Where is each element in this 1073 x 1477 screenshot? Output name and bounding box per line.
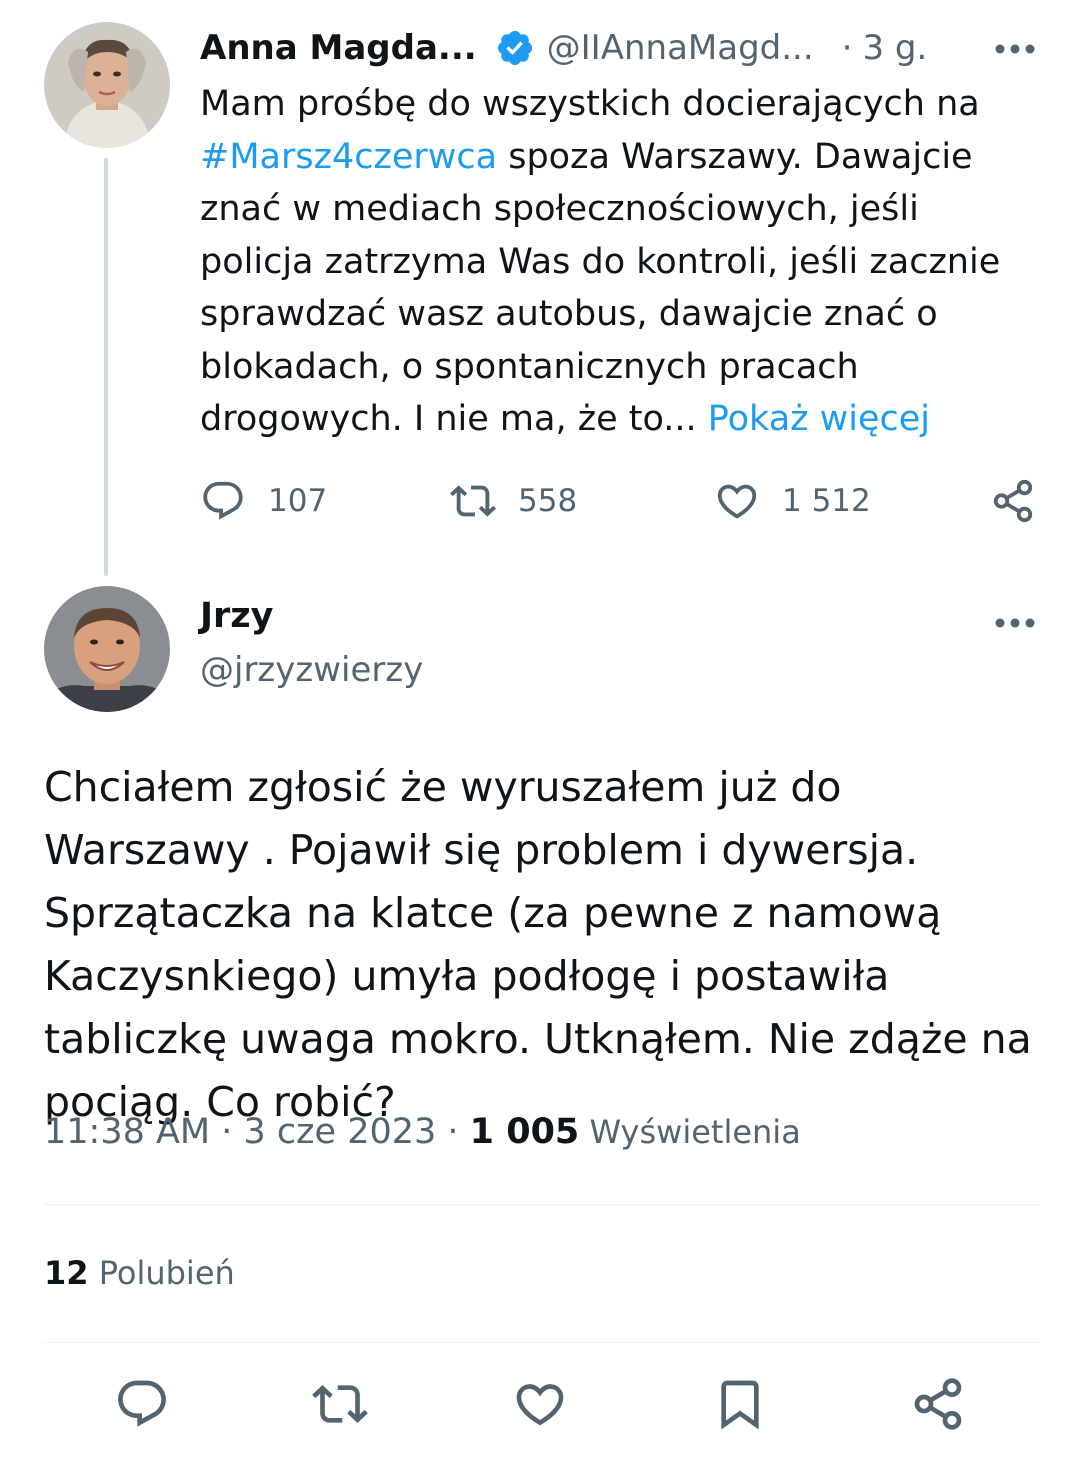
tweet-text-intro: Mam prośbę do wszystkich docierających n… [200, 84, 980, 124]
like-count: 1 512 [782, 483, 871, 519]
divider [44, 1204, 1040, 1205]
views-label: Wyświetlenia [579, 1113, 801, 1151]
reply-button[interactable] [114, 1376, 170, 1432]
tweet-time[interactable]: 11:38 AM [44, 1112, 210, 1152]
parent-tweet-actions: 107 558 1 512 [200, 472, 1040, 532]
reply-button[interactable]: 107 [200, 478, 327, 524]
reply-icon [118, 1380, 166, 1427]
avatar[interactable] [44, 22, 170, 148]
divider [44, 1342, 1040, 1343]
separator-dot: · [841, 28, 853, 68]
hashtag-link[interactable]: #Marsz4czerwca [200, 137, 497, 177]
separator-dot: · [436, 1112, 470, 1152]
verified-badge-icon [495, 28, 535, 68]
share-button[interactable] [910, 1376, 966, 1432]
likes-label: Polubień [88, 1254, 235, 1292]
bookmark-icon [721, 1380, 759, 1430]
likes-count: 12 [44, 1254, 89, 1292]
retweet-icon [450, 485, 496, 517]
retweet-button[interactable]: 558 [450, 478, 577, 524]
tweet-date[interactable]: 3 cze 2023 [244, 1112, 437, 1152]
retweet-icon [312, 1385, 368, 1423]
share-button[interactable] [990, 478, 1036, 524]
show-more-link[interactable]: Pokaż więcej [708, 399, 930, 439]
bookmark-button[interactable] [712, 1376, 768, 1432]
tweet-text-body: spoza Warszawy. Dawajcie znać w mediach … [200, 136, 1001, 440]
author-handle[interactable]: @jrzyzwierzy [200, 650, 423, 690]
views-count: 1 005 [469, 1112, 580, 1152]
share-icon [993, 479, 1033, 523]
tweet-metadata: 11:38 AM · 3 cze 2023 · 1 005 Wyświetlen… [44, 1112, 801, 1152]
like-button[interactable] [512, 1376, 568, 1432]
tweet-action-bar [0, 1376, 1073, 1436]
thread-connector-line [104, 158, 108, 576]
share-icon [914, 1378, 962, 1430]
more-horizontal-icon[interactable] [994, 40, 1036, 54]
reply-count: 107 [268, 483, 328, 519]
author-handle[interactable]: @IIAnnaMagd... [547, 28, 814, 68]
parent-tweet-text[interactable]: Mam prośbę do wszystkich docierających n… [200, 78, 1020, 446]
reply-tweet-text: Chciałem zgłosić że wyruszałem już do Wa… [44, 763, 1032, 1126]
more-horizontal-icon[interactable] [994, 614, 1036, 628]
tweet-timestamp[interactable]: 3 g. [862, 28, 927, 68]
heart-icon [516, 1384, 564, 1426]
separator-dot: · [210, 1112, 244, 1152]
avatar[interactable] [44, 586, 170, 712]
parent-tweet-header: Anna Magda... @IIAnnaMagd... · 3 g. [200, 22, 1040, 74]
likes-summary[interactable]: 12 Polubień [44, 1254, 235, 1292]
tweet-detail-view: Anna Magda... @IIAnnaMagd... · 3 g. Mam … [0, 0, 1073, 1477]
retweet-button[interactable] [312, 1376, 368, 1432]
retweet-count: 558 [518, 483, 578, 519]
reply-icon [203, 481, 243, 520]
heart-icon [717, 484, 757, 519]
author-name[interactable]: Anna Magda... [200, 28, 477, 68]
author-name[interactable]: Jrzy [200, 596, 273, 636]
like-button[interactable]: 1 512 [714, 478, 871, 524]
